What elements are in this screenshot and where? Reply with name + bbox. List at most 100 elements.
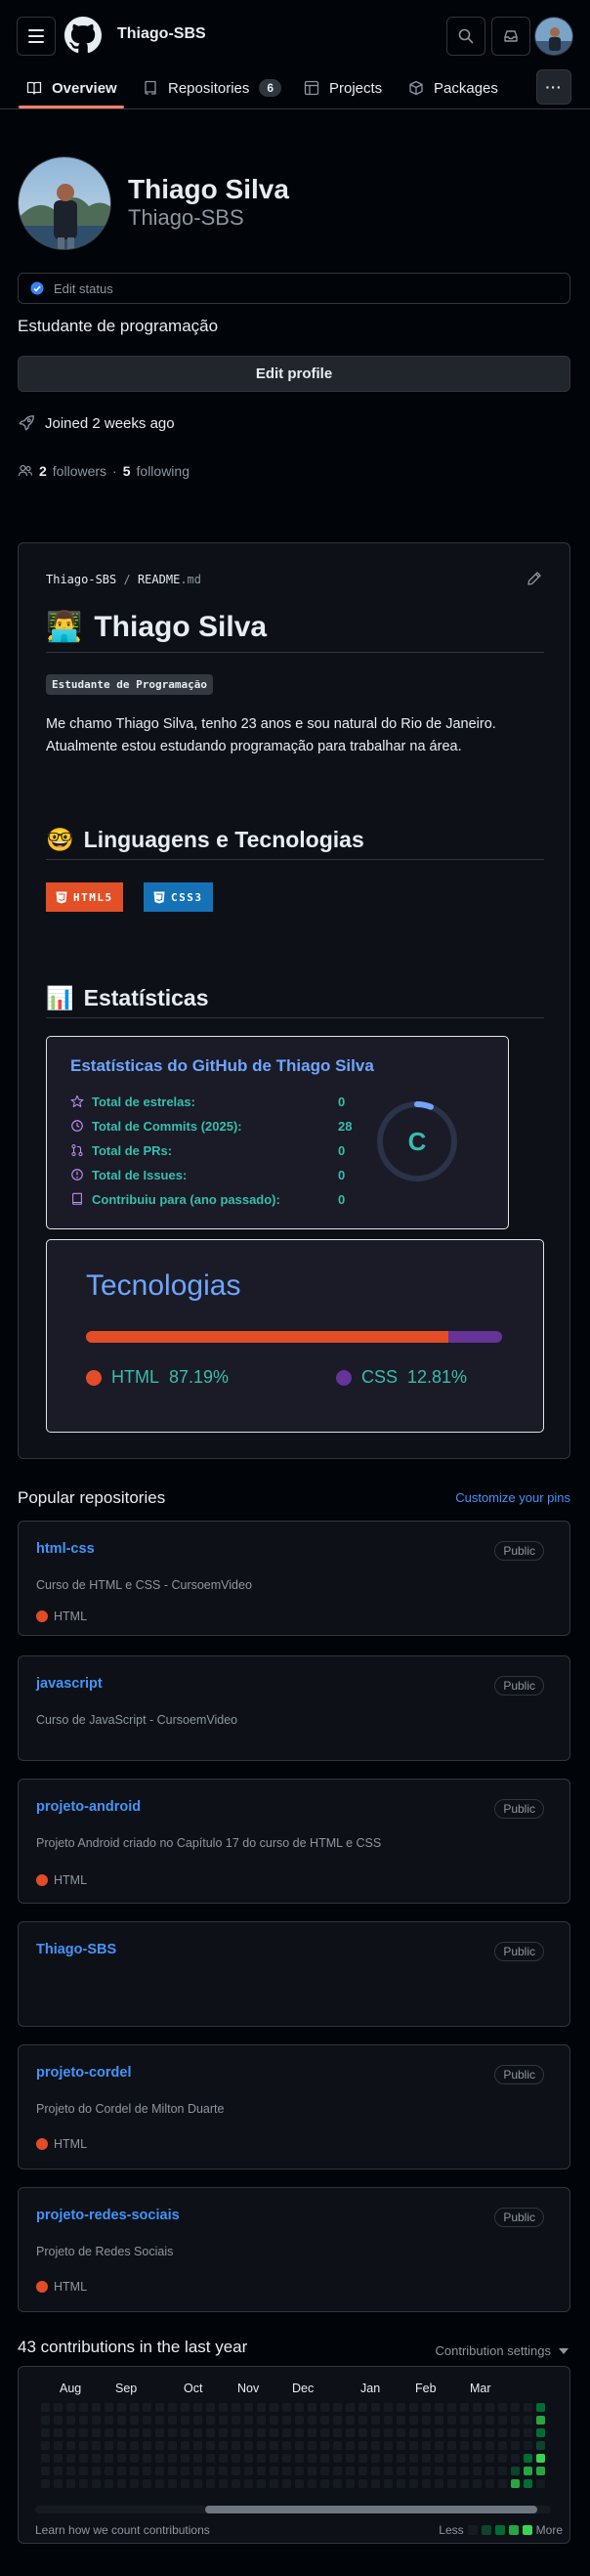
- contribution-day-cell[interactable]: [130, 2416, 139, 2425]
- contribution-day-cell[interactable]: [358, 2454, 367, 2463]
- contribution-day-cell[interactable]: [143, 2428, 151, 2437]
- contribution-day-cell[interactable]: [66, 2403, 75, 2412]
- contribution-day-cell[interactable]: [105, 2428, 113, 2437]
- contribution-day-cell[interactable]: [181, 2467, 190, 2475]
- edit-profile-button[interactable]: Edit profile: [18, 356, 570, 392]
- contribution-day-cell[interactable]: [66, 2454, 75, 2463]
- contribution-day-cell[interactable]: [117, 2403, 126, 2412]
- contribution-day-cell[interactable]: [498, 2467, 507, 2475]
- contribution-day-cell[interactable]: [232, 2454, 240, 2463]
- contribution-day-cell[interactable]: [473, 2416, 482, 2425]
- contribution-day-cell[interactable]: [219, 2403, 228, 2412]
- contribution-day-cell[interactable]: [41, 2467, 50, 2475]
- contribution-day-cell[interactable]: [92, 2403, 101, 2412]
- contribution-day-cell[interactable]: [295, 2403, 304, 2412]
- contribution-day-cell[interactable]: [181, 2428, 190, 2437]
- contribution-day-cell[interactable]: [498, 2441, 507, 2450]
- contribution-day-cell[interactable]: [219, 2479, 228, 2488]
- contribution-day-cell[interactable]: [79, 2454, 88, 2463]
- search-button[interactable]: [446, 17, 485, 56]
- contribution-day-cell[interactable]: [460, 2428, 469, 2437]
- contribution-day-cell[interactable]: [79, 2428, 88, 2437]
- contribution-day-cell[interactable]: [447, 2441, 456, 2450]
- profile-avatar[interactable]: [18, 156, 111, 250]
- repo-name-link[interactable]: projeto-redes-sociais: [36, 2208, 180, 2223]
- contribution-day-cell[interactable]: [473, 2479, 482, 2488]
- contribution-day-cell[interactable]: [257, 2428, 266, 2437]
- contribution-day-cell[interactable]: [384, 2479, 393, 2488]
- contribution-day-cell[interactable]: [397, 2428, 405, 2437]
- contribution-day-cell[interactable]: [168, 2441, 177, 2450]
- contribution-day-cell[interactable]: [473, 2454, 482, 2463]
- contribution-day-cell[interactable]: [536, 2428, 545, 2437]
- contribution-day-cell[interactable]: [346, 2479, 355, 2488]
- contribution-day-cell[interactable]: [181, 2454, 190, 2463]
- contribution-day-cell[interactable]: [435, 2479, 443, 2488]
- contribution-day-cell[interactable]: [511, 2403, 520, 2412]
- contribution-day-cell[interactable]: [193, 2479, 202, 2488]
- contribution-day-cell[interactable]: [270, 2479, 278, 2488]
- contribution-day-cell[interactable]: [498, 2403, 507, 2412]
- contribution-day-cell[interactable]: [54, 2416, 63, 2425]
- repo-name-link[interactable]: projeto-android: [36, 1799, 141, 1815]
- contribution-day-cell[interactable]: [397, 2441, 405, 2450]
- contribution-day-cell[interactable]: [181, 2403, 190, 2412]
- contribution-day-cell[interactable]: [397, 2403, 405, 2412]
- contribution-day-cell[interactable]: [524, 2479, 532, 2488]
- contribution-day-cell[interactable]: [270, 2467, 278, 2475]
- contribution-day-cell[interactable]: [447, 2403, 456, 2412]
- contribution-day-cell[interactable]: [244, 2403, 253, 2412]
- contribution-day-cell[interactable]: [511, 2479, 520, 2488]
- contribution-day-cell[interactable]: [105, 2479, 113, 2488]
- readme-path-user[interactable]: Thiago-SBS: [46, 573, 116, 586]
- contribution-day-cell[interactable]: [485, 2416, 494, 2425]
- menu-button[interactable]: [17, 17, 56, 56]
- tab-overview[interactable]: Overview: [26, 66, 117, 109]
- contribution-day-cell[interactable]: [460, 2416, 469, 2425]
- repo-name-link[interactable]: projeto-cordel: [36, 2065, 131, 2081]
- contribution-day-cell[interactable]: [244, 2416, 253, 2425]
- contribution-day-cell[interactable]: [447, 2467, 456, 2475]
- contribution-day-cell[interactable]: [371, 2454, 380, 2463]
- contribution-day-cell[interactable]: [257, 2441, 266, 2450]
- contribution-day-cell[interactable]: [282, 2403, 291, 2412]
- contribution-day-cell[interactable]: [244, 2428, 253, 2437]
- contribution-settings-button[interactable]: Contribution settings: [435, 2343, 569, 2358]
- contribution-day-cell[interactable]: [130, 2479, 139, 2488]
- repo-name-link[interactable]: Thiago-SBS: [36, 1942, 116, 1957]
- contribution-day-cell[interactable]: [244, 2479, 253, 2488]
- contribution-day-cell[interactable]: [524, 2441, 532, 2450]
- contribution-day-cell[interactable]: [435, 2454, 443, 2463]
- repo-name-link[interactable]: html-css: [36, 1541, 95, 1557]
- contribution-day-cell[interactable]: [409, 2441, 418, 2450]
- contribution-day-cell[interactable]: [117, 2416, 126, 2425]
- contribution-day-cell[interactable]: [422, 2428, 431, 2437]
- contribution-day-cell[interactable]: [41, 2428, 50, 2437]
- contribution-day-cell[interactable]: [79, 2403, 88, 2412]
- contribution-day-cell[interactable]: [473, 2441, 482, 2450]
- contribution-day-cell[interactable]: [295, 2454, 304, 2463]
- contribution-day-cell[interactable]: [485, 2479, 494, 2488]
- contribution-day-cell[interactable]: [295, 2416, 304, 2425]
- contribution-day-cell[interactable]: [117, 2441, 126, 2450]
- contribution-day-cell[interactable]: [193, 2403, 202, 2412]
- contribution-day-cell[interactable]: [320, 2428, 329, 2437]
- contribution-day-cell[interactable]: [219, 2454, 228, 2463]
- contribution-day-cell[interactable]: [346, 2467, 355, 2475]
- contribution-day-cell[interactable]: [320, 2454, 329, 2463]
- header-username[interactable]: Thiago-SBS: [117, 25, 206, 43]
- contribution-day-cell[interactable]: [54, 2479, 63, 2488]
- contribution-day-cell[interactable]: [168, 2416, 177, 2425]
- repo-name-link[interactable]: javascript: [36, 1676, 103, 1692]
- contribution-day-cell[interactable]: [270, 2454, 278, 2463]
- contribution-day-cell[interactable]: [308, 2428, 316, 2437]
- contribution-day-cell[interactable]: [422, 2441, 431, 2450]
- contribution-day-cell[interactable]: [257, 2467, 266, 2475]
- contribution-day-cell[interactable]: [206, 2441, 215, 2450]
- contribution-day-cell[interactable]: [308, 2454, 316, 2463]
- contribution-day-cell[interactable]: [460, 2441, 469, 2450]
- contribution-day-cell[interactable]: [92, 2454, 101, 2463]
- contribution-day-cell[interactable]: [282, 2454, 291, 2463]
- contribution-day-cell[interactable]: [232, 2467, 240, 2475]
- calendar-scrollbar[interactable]: [35, 2506, 551, 2513]
